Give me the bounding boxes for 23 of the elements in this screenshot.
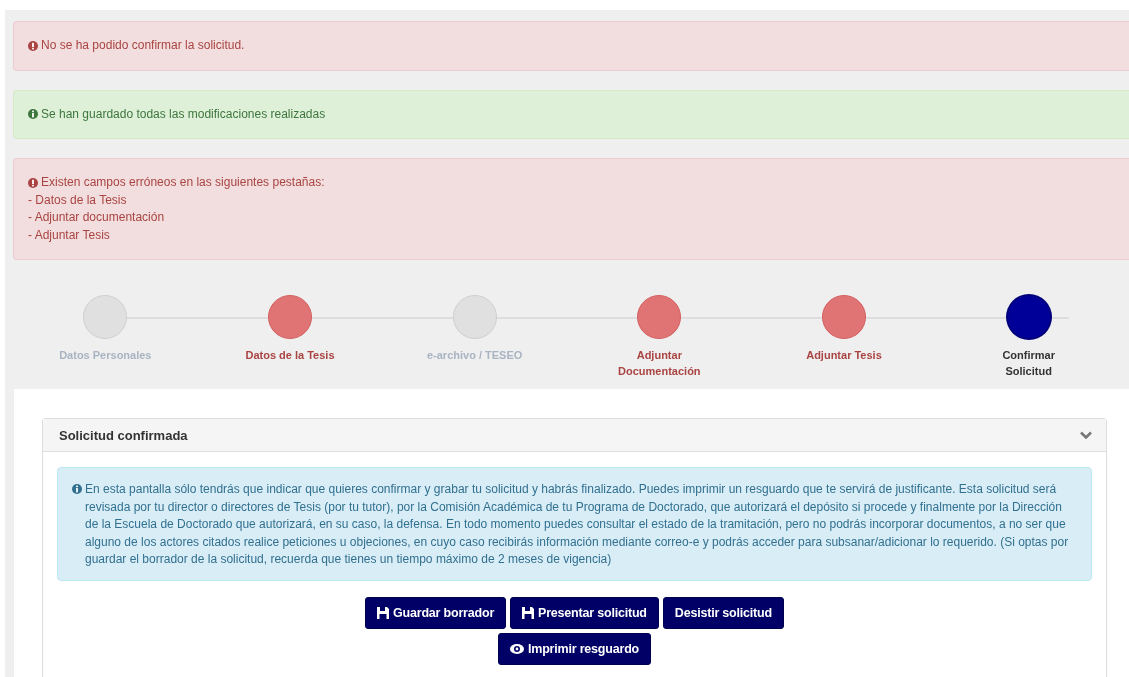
alert-list-item: - Adjuntar Tesis xyxy=(28,226,111,244)
action-button[interactable]: Desistir solicitud xyxy=(662,596,784,629)
eye-icon xyxy=(510,643,524,654)
step-label[interactable]: Confirmar Solicitud xyxy=(978,347,1079,379)
alert-list-item: - Datos de la Tesis xyxy=(28,191,128,209)
step-label[interactable]: Datos de la Tesis xyxy=(240,347,340,363)
step-circle[interactable] xyxy=(1006,295,1051,339)
chevron-icon[interactable] xyxy=(1080,431,1092,439)
action-button[interactable]: Imprimir resguardo xyxy=(498,632,651,665)
info-icon xyxy=(28,109,38,120)
action-button[interactable]: Presentar solicitud xyxy=(510,596,659,629)
alert-message: No se ha podido confirmar la solicitud. xyxy=(41,37,245,54)
alert-list-item: - Adjuntar documentación xyxy=(28,209,166,226)
alert-message: Existen campos erróneos en las siguientes pestañas: xyxy=(41,174,325,191)
info-message: En esta pantalla sólo tendrás que indicar que quieres confirmar y grabar tu solicitud y habrás finalizado. Puedes imprimir un resguardo que te servirá de justificante. Esta solicitud será revisada por tu director o directores de Tesis (por tu tutor), por la Comisión Académica de tu Programa de Doctorado, que autorizará el depósito si procede y finalmente por la Dirección de la Escuela de Doctorado que autorizará, en su caso, la defensa. En todo momento puedes consultar el estado de la tramitación, pero no podrás incorporar documentos, a no ser que alguno de los actores citados realice peticiones u objeciones, en cuyo caso recibirás información mediante correo-e y podrás acceder para subsanar/adicionar lo requerido. (Si optas por guardar el borrador de la solicitud, recuerda que tienes un tiempo máximo de 2 meses de vigencia) xyxy=(85,481,1070,569)
panel-title: Solicitud confirmada xyxy=(59,427,188,443)
alert-message: Se han guardado todas las modificaciones realizadas xyxy=(41,105,326,123)
step-label[interactable]: Adjuntar Documentación xyxy=(609,347,710,379)
step-label[interactable]: Adjuntar Tesis xyxy=(794,347,894,363)
exclamation-icon xyxy=(28,177,38,188)
exclamation-icon xyxy=(28,40,38,51)
info-icon xyxy=(72,484,82,494)
action-button[interactable]: Guardar borrador xyxy=(365,596,507,629)
